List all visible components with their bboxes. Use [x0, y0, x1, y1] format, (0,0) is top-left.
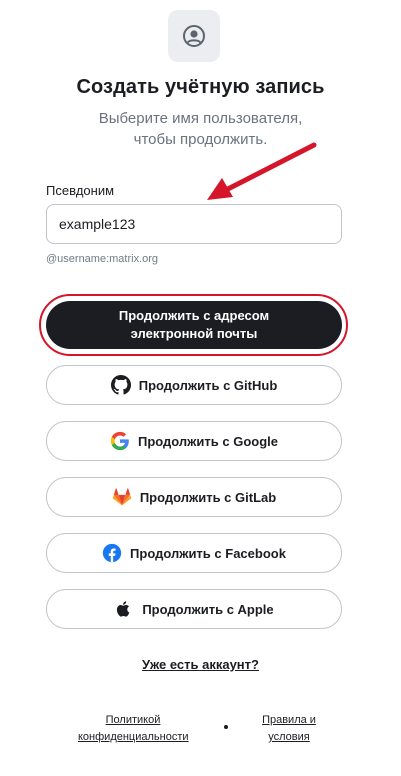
continue-github-button[interactable]: Продолжить с GitHub [46, 365, 342, 405]
gitlab-label: Продолжить с GitLab [139, 489, 277, 505]
username-input[interactable] [46, 204, 342, 244]
username-hint: @username:matrix.org [46, 253, 159, 265]
apple-label: Продолжить с Apple [142, 601, 274, 617]
terms-line-2: условия [268, 731, 310, 743]
continue-email-button[interactable]: Продолжить с адресом электронной почты [46, 301, 342, 349]
page-subtitle: Выберите имя пользователя, чтобы продолж… [0, 108, 401, 150]
github-label: Продолжить с GitHub [138, 377, 278, 393]
footer-separator-dot [224, 725, 228, 729]
username-label: Псевдоним [46, 183, 115, 198]
apple-icon [114, 599, 134, 619]
privacy-policy-link[interactable]: Политикой конфиденциальности [78, 712, 189, 746]
privacy-line-2: конфиденциальности [78, 731, 189, 743]
signin-link[interactable]: Уже есть аккаунт? [0, 657, 401, 672]
avatar-placeholder [168, 10, 220, 62]
continue-apple-button[interactable]: Продолжить с Apple [46, 589, 342, 629]
facebook-icon [102, 543, 122, 563]
continue-google-button[interactable]: Продолжить с Google [46, 421, 342, 461]
google-icon [110, 431, 130, 451]
continue-facebook-button[interactable]: Продолжить с Facebook [46, 533, 342, 573]
terms-line-1: Правила и [262, 714, 316, 726]
facebook-label: Продолжить с Facebook [130, 545, 286, 561]
continue-gitlab-button[interactable]: Продолжить с GitLab [46, 477, 342, 517]
google-label: Продолжить с Google [138, 433, 278, 449]
subtitle-line-1: Выберите имя пользователя, [98, 110, 303, 127]
page-title: Создать учётную запись [76, 76, 325, 98]
privacy-line-1: Политикой [105, 714, 161, 726]
github-icon [110, 375, 131, 395]
gitlab-icon [112, 487, 132, 507]
subtitle-line-2: чтобы продолжить. [133, 131, 268, 148]
terms-link[interactable]: Правила и условия [254, 712, 324, 746]
user-circle-icon [183, 25, 205, 47]
